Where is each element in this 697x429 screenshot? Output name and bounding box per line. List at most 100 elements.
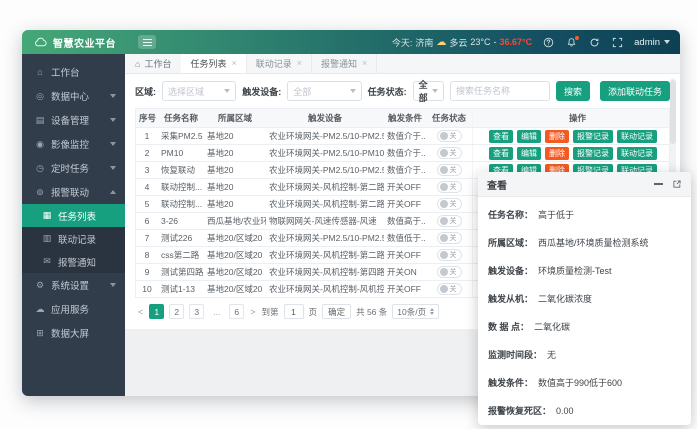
status-toggle[interactable]: 关 <box>437 215 462 227</box>
sidebar-item-linkage-records[interactable]: ▥联动记录 <box>22 227 125 250</box>
page-button-6[interactable]: 6 <box>229 304 244 319</box>
alarm-record-button[interactable]: 报警记录 <box>573 147 613 160</box>
view-dialog-header: 查看 <box>478 172 691 197</box>
status-toggle[interactable]: 关 <box>437 232 462 244</box>
delete-button[interactable]: 删除 <box>545 130 569 143</box>
status-toggle[interactable]: 关 <box>437 147 462 159</box>
status-toggle[interactable]: 关 <box>437 181 462 193</box>
status-select[interactable]: 全部 <box>413 81 444 101</box>
region-select[interactable]: 选择区域 <box>162 81 236 101</box>
sidebar-item-workbench[interactable]: ⌂工作台 <box>22 60 125 84</box>
page-size-select[interactable]: 10条/页 <box>392 304 439 319</box>
tab-workbench[interactable]: ⌂ 工作台 <box>125 54 181 73</box>
sidebar-nav: ⌂工作台◎数据中心▤设备管理◉影像监控◷定时任务 ⊚ 报警联动 ▦任务列表▥联动记录✉… <box>22 54 125 396</box>
view-button[interactable]: 查看 <box>489 147 513 160</box>
next-page-button[interactable]: > <box>249 307 256 317</box>
linkage-records-icon: ▥ <box>42 233 52 244</box>
cell-task-name: 3-26 <box>158 216 204 226</box>
username: admin <box>634 37 660 48</box>
sidebar-item-data-screen[interactable]: ⊞数据大屏 <box>22 321 125 345</box>
sidebar-item-label: 报警通知 <box>58 255 96 269</box>
notification-bell-icon[interactable] <box>565 36 578 49</box>
device-select[interactable]: 全部 <box>287 81 361 101</box>
prev-page-button[interactable]: < <box>137 307 144 317</box>
close-icon[interactable]: × <box>231 59 236 68</box>
cell-condition: 数值介于... <box>384 147 426 159</box>
status-toggle[interactable]: 关 <box>437 130 462 142</box>
table-row[interactable]: 1采集PM2.5基地20农业环境网关-PM2.5/10-PM2.5数值介于...… <box>136 128 669 145</box>
chevron-down-icon <box>432 89 438 93</box>
add-linkage-task-button[interactable]: 添加联动任务 <box>600 81 670 101</box>
jump-confirm-button[interactable]: 确定 <box>322 304 351 319</box>
cell-index: 10 <box>136 284 158 294</box>
tab-task-list[interactable]: 任务列表× <box>181 54 246 73</box>
page-button-2[interactable]: 2 <box>169 304 184 319</box>
sidebar-item-label: 数据中心 <box>51 89 89 103</box>
expand-icon[interactable] <box>672 179 682 189</box>
search-button[interactable]: 搜索 <box>556 81 590 101</box>
column-header: 触发设备 <box>266 112 384 124</box>
cell-condition: 开关OFF <box>384 283 426 295</box>
field-label: 触发从机： <box>488 292 533 305</box>
scrollbar-thumb[interactable] <box>670 80 676 144</box>
status-toggle[interactable]: 关 <box>437 198 462 210</box>
search-input[interactable] <box>450 81 550 101</box>
status-toggle[interactable]: 关 <box>437 249 462 261</box>
sidebar-item-system-settings[interactable]: ⚙系统设置 <box>22 273 125 297</box>
weather-city: 济南 <box>415 36 433 49</box>
cell-condition: 开关OFF <box>384 249 426 261</box>
user-menu[interactable]: admin <box>634 37 670 48</box>
table-row[interactable]: 2PM10基地20农业环境网关-PM2.5/10-PM10-数值介于...关查看… <box>136 145 669 162</box>
sidebar-item-alarm-linkage[interactable]: ⊚ 报警联动 <box>22 180 125 204</box>
cell-actions: 查看编辑删除报警记录联动记录 <box>483 147 669 160</box>
refresh-icon[interactable] <box>588 36 601 49</box>
close-icon[interactable]: × <box>362 59 367 68</box>
sidebar-item-label: 设备管理 <box>51 113 89 127</box>
edit-button[interactable]: 编辑 <box>517 147 541 160</box>
sidebar-item-data-center[interactable]: ◎数据中心 <box>22 84 125 108</box>
sidebar-item-task-list[interactable]: ▦任务列表 <box>22 204 125 227</box>
toggle-knob <box>440 268 448 276</box>
cell-index: 4 <box>136 182 158 192</box>
linkage-record-button[interactable]: 联动记录 <box>617 147 657 160</box>
alarm-linkage-icon: ⊚ <box>35 187 45 198</box>
sidebar-item-video-monitoring[interactable]: ◉影像监控 <box>22 132 125 156</box>
sidebar-item-label: 报警联动 <box>51 185 89 199</box>
minimize-icon[interactable] <box>654 183 663 185</box>
cell-status: 关 <box>426 147 472 159</box>
status-toggle[interactable]: 关 <box>437 164 462 176</box>
sidebar-item-app-services[interactable]: ☁应用服务 <box>22 297 125 321</box>
page-button-1[interactable]: 1 <box>149 304 164 319</box>
cell-task-name: 测试第四路 <box>158 266 204 278</box>
app-title: 智慧农业平台 <box>53 35 116 50</box>
tab-alarm-notification[interactable]: 报警通知× <box>312 54 377 73</box>
page-button-3[interactable]: 3 <box>189 304 204 319</box>
help-icon[interactable] <box>542 36 555 49</box>
sidebar-item-alarm-notification[interactable]: ✉报警通知 <box>22 250 125 273</box>
sidebar-item-label: 任务列表 <box>58 209 96 223</box>
alarm-record-button[interactable]: 报警记录 <box>573 130 613 143</box>
sidebar-item-device-management[interactable]: ▤设备管理 <box>22 108 125 132</box>
status-toggle[interactable]: 关 <box>437 266 462 278</box>
tab-bar: ⌂ 工作台 任务列表×联动记录×报警通知× <box>125 54 680 74</box>
status-toggle[interactable]: 关 <box>437 283 462 295</box>
sidebar-toggle-button[interactable] <box>138 35 156 49</box>
linkage-record-button[interactable]: 联动记录 <box>617 130 657 143</box>
edit-button[interactable]: 编辑 <box>517 130 541 143</box>
chevron-down-icon <box>110 166 116 170</box>
cell-status: 关 <box>426 181 472 193</box>
field-label: 任务名称： <box>488 208 533 221</box>
close-icon[interactable]: × <box>297 59 302 68</box>
sidebar-item-scheduled-tasks[interactable]: ◷定时任务 <box>22 156 125 180</box>
cell-condition: 数值介于... <box>384 130 426 142</box>
cell-task-name: 联动控制... <box>158 181 204 193</box>
tab-linkage-records[interactable]: 联动记录× <box>247 54 312 73</box>
cell-condition: 数值介于... <box>384 164 426 176</box>
page-jump-input[interactable] <box>284 304 304 319</box>
delete-button[interactable]: 删除 <box>545 147 569 160</box>
fullscreen-icon[interactable] <box>611 36 624 49</box>
view-button[interactable]: 查看 <box>489 130 513 143</box>
cloud-weather-icon: ☁ <box>436 37 446 48</box>
scheduled-tasks-icon: ◷ <box>35 163 45 174</box>
field-label: 触发条件： <box>488 376 533 389</box>
